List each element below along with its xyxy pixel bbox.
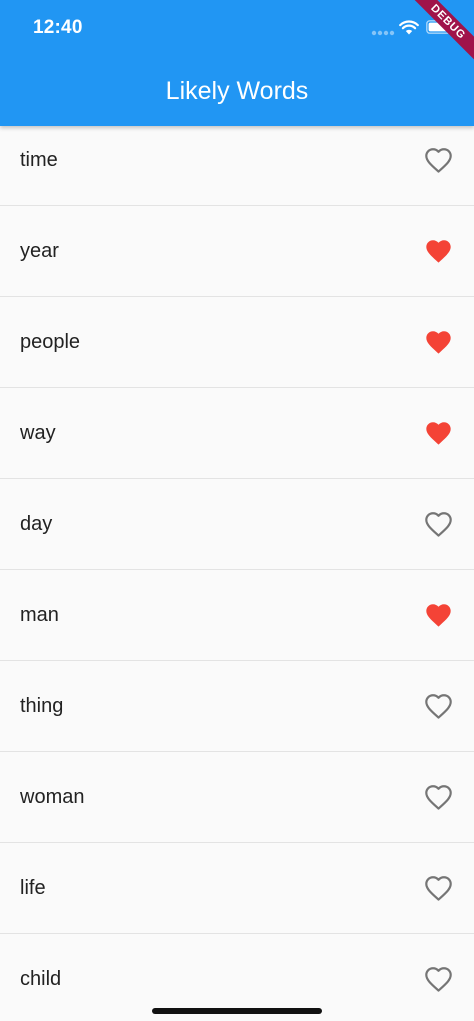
heart-filled-icon[interactable]: [425, 239, 452, 264]
cellular-signal-icon: [371, 30, 395, 36]
word-label: way: [20, 422, 56, 444]
heart-outline-icon[interactable]: [425, 876, 452, 901]
heart-filled-icon[interactable]: [425, 603, 452, 628]
word-list: time year people way day man thing woman life chi…: [0, 115, 474, 1021]
word-label: thing: [20, 695, 64, 717]
word-label: woman: [20, 786, 85, 808]
list-item[interactable]: woman: [0, 752, 474, 843]
word-label: day: [20, 513, 53, 535]
home-indicator[interactable]: [152, 1008, 322, 1014]
app-screen: 12:40 Likely Words DEBUG time year people w…: [0, 0, 474, 1021]
word-label: life: [20, 877, 46, 899]
heart-outline-icon[interactable]: [425, 512, 452, 537]
app-bar: 12:40 Likely Words: [0, 0, 474, 126]
list-item[interactable]: life: [0, 843, 474, 934]
list-item[interactable]: people: [0, 297, 474, 388]
word-label: year: [20, 240, 59, 262]
word-label: time: [20, 149, 58, 171]
list-item[interactable]: man: [0, 570, 474, 661]
debug-banner: DEBUG: [404, 0, 474, 70]
heart-outline-icon[interactable]: [425, 694, 452, 719]
list-item[interactable]: year: [0, 206, 474, 297]
list-item[interactable]: thing: [0, 661, 474, 752]
heart-outline-icon[interactable]: [425, 967, 452, 992]
word-label: child: [20, 968, 62, 990]
list-item[interactable]: day: [0, 479, 474, 570]
debug-banner-label: DEBUG: [405, 0, 474, 65]
word-label: people: [20, 331, 81, 353]
heart-outline-icon[interactable]: [425, 785, 452, 810]
list-item[interactable]: time: [0, 115, 474, 206]
status-time: 12:40: [33, 17, 83, 38]
heart-outline-icon[interactable]: [425, 148, 452, 173]
page-title: Likely Words: [165, 77, 309, 105]
heart-filled-icon[interactable]: [425, 421, 452, 446]
heart-filled-icon[interactable]: [425, 330, 452, 355]
word-label: man: [20, 604, 59, 626]
list-item[interactable]: way: [0, 388, 474, 479]
